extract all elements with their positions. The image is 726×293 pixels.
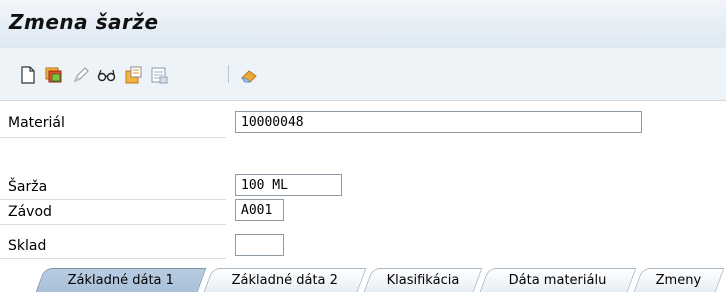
plant-label: Závod bbox=[8, 204, 52, 220]
tab-label: Dáta materiálu bbox=[508, 273, 607, 288]
tab-label: Základné dáta 1 bbox=[67, 273, 174, 288]
new-document-icon[interactable] bbox=[17, 64, 39, 86]
storage-label: Sklad bbox=[8, 238, 47, 254]
tab-label: Základné dáta 2 bbox=[231, 273, 338, 288]
tab-strip: Základné dáta 1 Základné dáta 2 Klasifik… bbox=[0, 268, 726, 292]
material-label: Materiál bbox=[8, 115, 65, 131]
batch-label: Šarža bbox=[8, 179, 48, 195]
pencil-icon[interactable] bbox=[70, 64, 92, 86]
page-title: Zmena šarže bbox=[9, 10, 159, 34]
plant-input[interactable] bbox=[235, 199, 284, 221]
toolbar-separator bbox=[228, 65, 229, 83]
tab-classification[interactable]: Klasifikácia bbox=[363, 268, 483, 292]
title-bar: Zmena šarže bbox=[0, 0, 726, 49]
glasses-icon[interactable] bbox=[95, 64, 117, 86]
save-icon[interactable] bbox=[42, 64, 64, 86]
tab-changes[interactable]: Zmeny bbox=[633, 268, 725, 292]
row-divider bbox=[0, 137, 226, 138]
copy-icon[interactable] bbox=[122, 64, 144, 86]
row-divider bbox=[0, 258, 226, 259]
tab-material-data[interactable]: Dáta materiálu bbox=[479, 268, 637, 292]
print-preview-icon[interactable] bbox=[148, 64, 170, 86]
batch-input[interactable] bbox=[235, 174, 342, 196]
tab-label: Klasifikácia bbox=[386, 273, 459, 288]
form-area: Materiál Šarža Závod Sklad bbox=[0, 101, 726, 292]
tab-basic-data-2[interactable]: Základné dáta 2 bbox=[203, 268, 367, 292]
tab-label: Zmeny bbox=[655, 273, 702, 288]
tab-basic-data-1[interactable]: Základné dáta 1 bbox=[35, 268, 207, 292]
storage-input[interactable] bbox=[235, 234, 284, 256]
material-input[interactable] bbox=[235, 111, 642, 133]
row-divider bbox=[0, 224, 226, 225]
application-toolbar bbox=[0, 48, 726, 101]
eraser-icon[interactable] bbox=[238, 64, 260, 86]
